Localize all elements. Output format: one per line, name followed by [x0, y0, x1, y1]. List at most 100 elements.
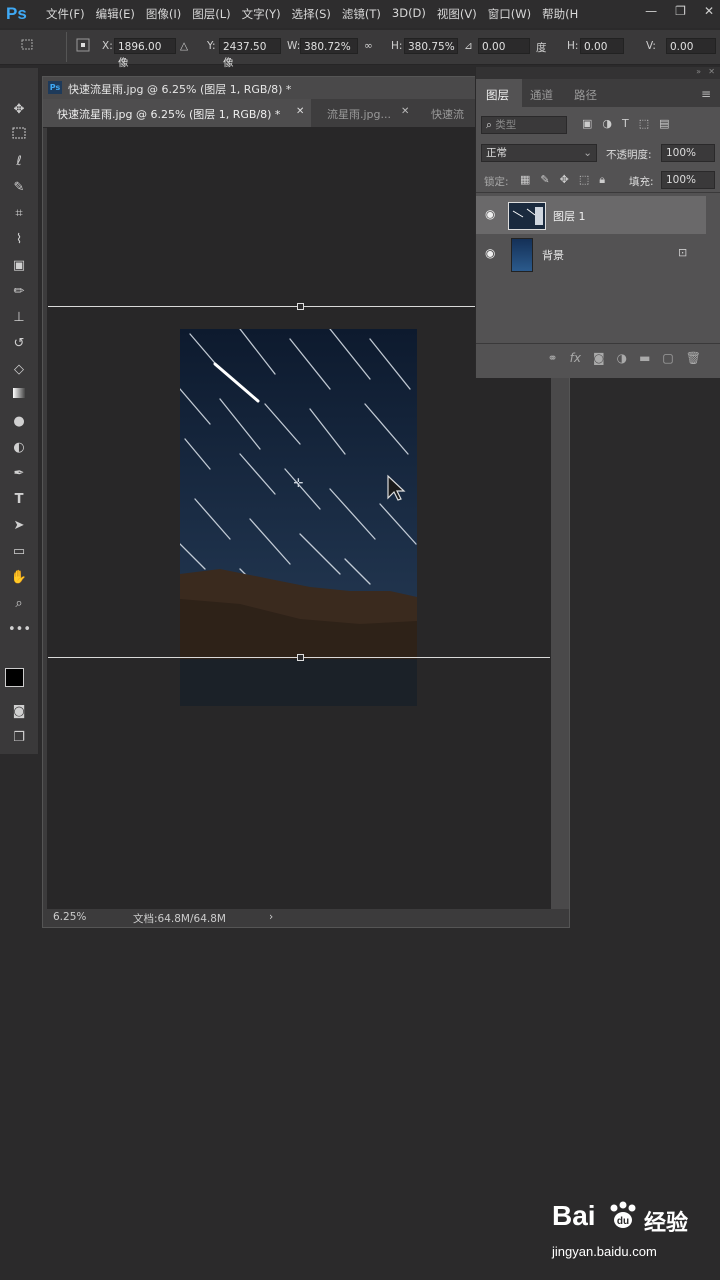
fill-input[interactable]: 100%	[661, 171, 715, 189]
healing-brush-icon[interactable]: ▣	[8, 256, 30, 276]
menu-type[interactable]: 文字(Y)	[242, 6, 281, 22]
marquee-tool-icon[interactable]	[8, 126, 30, 146]
tab-paths[interactable]: 路径	[574, 87, 597, 103]
smart-filter-icon[interactable]: ▤	[659, 117, 669, 130]
zoom-tool-icon[interactable]: ⌕	[8, 594, 30, 614]
image-filter-icon[interactable]: ▣	[582, 117, 592, 130]
move-tool-icon[interactable]: ✥	[8, 100, 30, 120]
menu-filter[interactable]: 滤镜(T)	[342, 6, 381, 22]
type-tool-icon[interactable]: T	[8, 490, 30, 510]
quick-mask-icon[interactable]: ◙	[8, 702, 30, 722]
path-select-icon[interactable]: ➤	[8, 516, 30, 536]
filter-placeholder: 类型	[495, 119, 517, 131]
menu-help[interactable]: 帮助(H	[542, 6, 578, 22]
pen-tool-icon[interactable]: ✒	[8, 464, 30, 484]
reference-point-icon[interactable]	[76, 38, 90, 55]
blend-mode-select[interactable]: 正常 ⌄	[481, 144, 597, 162]
tab-meteor[interactable]: 流星雨.jpg... ✕	[315, 99, 415, 127]
eraser-icon[interactable]: ◇	[8, 360, 30, 380]
fx-icon[interactable]: fx	[570, 351, 581, 365]
menu-edit[interactable]: 编辑(E)	[96, 6, 135, 22]
collapse-icon[interactable]: »	[696, 67, 701, 76]
panel-close-icon[interactable]: ✕	[708, 67, 715, 76]
brush-tool-icon[interactable]: ✏	[8, 282, 30, 302]
type-filter-icon[interactable]: T	[622, 117, 629, 130]
screen-mode-icon[interactable]: ❐	[8, 728, 30, 748]
foreground-color-swatch[interactable]	[5, 668, 24, 687]
hskew-input[interactable]: 0.00	[580, 38, 624, 54]
transform-handle-top[interactable]	[297, 303, 304, 310]
blur-tool-icon[interactable]: ●	[8, 412, 30, 432]
crop-tool-icon[interactable]: ⌗	[8, 204, 30, 224]
more-tools-icon[interactable]: •••	[8, 620, 31, 640]
menu-view[interactable]: 视图(V)	[437, 6, 477, 22]
menu-file[interactable]: 文件(F)	[46, 6, 85, 22]
angle-input[interactable]: 0.00	[478, 38, 530, 54]
x-input[interactable]: 1896.00 像	[114, 38, 176, 69]
transform-handle-bottom[interactable]	[297, 654, 304, 661]
layer-row-layer1[interactable]: ◉ 图层 1	[476, 196, 706, 234]
menu-window[interactable]: 窗口(W)	[488, 6, 531, 22]
close-icon[interactable]: ✕	[704, 4, 714, 18]
lock-position-icon[interactable]: ✥	[560, 173, 569, 187]
lock-artboard-icon[interactable]: ⬚	[579, 173, 589, 187]
document-title: 快速流星雨.jpg @ 6.25% (图层 1, RGB/8) *	[68, 83, 292, 96]
transform-icon[interactable]	[20, 38, 36, 55]
ps-doc-icon: Ps	[48, 81, 62, 94]
divider	[66, 32, 67, 62]
restore-icon[interactable]: ❐	[675, 4, 686, 18]
add-mask-icon[interactable]: ◙	[593, 351, 605, 365]
lasso-tool-icon[interactable]: ℓ	[8, 152, 30, 172]
lock-pixels-icon[interactable]: ✎	[540, 173, 549, 187]
zoom-level[interactable]: 6.25%	[53, 911, 86, 923]
link-layers-icon[interactable]: ⚭	[548, 351, 558, 365]
shape-filter-icon[interactable]: ⬚	[639, 117, 649, 130]
eye-icon[interactable]: ◉	[485, 246, 495, 260]
history-brush-icon[interactable]: ↺	[8, 334, 30, 354]
shape-tool-icon[interactable]: ▭	[8, 542, 30, 562]
tab-close-icon[interactable]: ✕	[296, 106, 304, 117]
opacity-input[interactable]: 100%	[661, 144, 715, 162]
y-input[interactable]: 2437.50 像	[219, 38, 281, 69]
quick-select-icon[interactable]: ✎	[8, 178, 30, 198]
clone-stamp-icon[interactable]: ⊥	[8, 308, 30, 328]
new-group-icon[interactable]: ▬	[639, 351, 650, 365]
dodge-tool-icon[interactable]: ◐	[8, 438, 30, 458]
lock-transparent-icon[interactable]: ▦	[520, 173, 530, 187]
link-icon[interactable]: ∞	[364, 40, 373, 52]
eyedropper-icon[interactable]: ⌇	[8, 230, 30, 250]
w-input[interactable]: 380.72%	[300, 38, 358, 54]
tab-active[interactable]: 快速流星雨.jpg @ 6.25% (图层 1, RGB/8) * ✕	[43, 99, 311, 127]
tab-layers[interactable]: 图层	[476, 79, 522, 107]
tab-channels[interactable]: 通道	[530, 87, 553, 103]
eye-icon[interactable]: ◉	[485, 207, 495, 221]
panel-menu-icon[interactable]: ≡	[701, 87, 711, 101]
lock-all-icon[interactable]: 🔒︎	[599, 173, 605, 187]
menu-layer[interactable]: 图层(L)	[192, 6, 230, 22]
menu-bar: Ps 文件(F) 编辑(E) 图像(I) 图层(L) 文字(Y) 选择(S) 滤…	[0, 0, 720, 28]
transform-top-edge[interactable]	[48, 306, 475, 307]
layer-filter-input[interactable]: ⌕ 类型	[481, 116, 567, 134]
layer-name: 背景	[542, 249, 564, 262]
new-layer-icon[interactable]: ▢	[662, 351, 673, 365]
tab-close-icon[interactable]: ✕	[401, 106, 409, 117]
tab-quick[interactable]: 快速流	[419, 99, 479, 127]
menu-3d[interactable]: 3D(D)	[392, 6, 426, 22]
menu-image[interactable]: 图像(I)	[146, 6, 181, 22]
hand-tool-icon[interactable]: ✋	[8, 568, 30, 588]
minimize-icon[interactable]: —	[645, 4, 657, 18]
gradient-icon[interactable]	[8, 386, 30, 406]
lock-icon: ⊡	[678, 246, 688, 259]
status-menu-arrow[interactable]: ›	[269, 911, 273, 923]
divider	[476, 192, 720, 193]
adjust-filter-icon[interactable]: ◑	[602, 117, 612, 130]
tab-label: 流星雨.jpg...	[327, 108, 392, 121]
layer-row-background[interactable]: ◉ 背景 ⊡	[476, 235, 706, 273]
adjustment-layer-icon[interactable]: ◑	[617, 351, 627, 365]
canvas-image[interactable]: ✛	[180, 329, 417, 706]
delete-layer-icon[interactable]: 🗑︎	[686, 351, 701, 365]
delta-icon[interactable]: △	[180, 40, 188, 52]
vskew-input[interactable]: 0.00	[666, 38, 716, 54]
h-input[interactable]: 380.75%	[404, 38, 458, 54]
menu-select[interactable]: 选择(S)	[292, 6, 331, 22]
